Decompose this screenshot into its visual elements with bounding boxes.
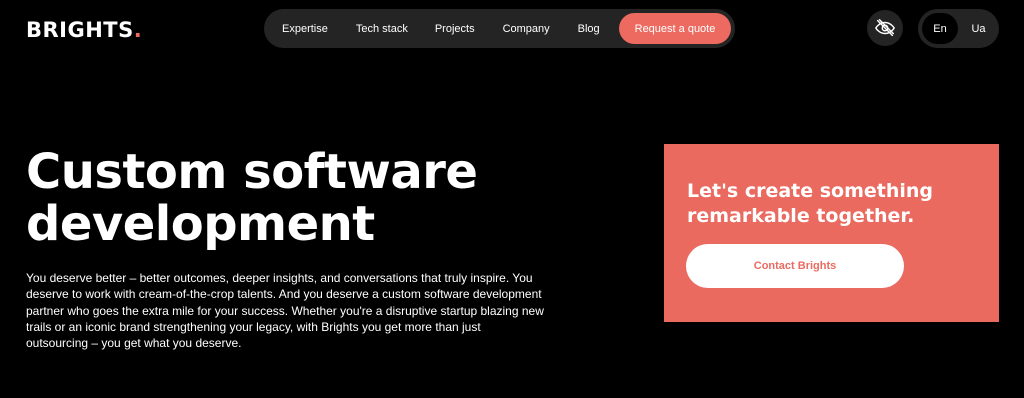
hero-title-line1: Custom software xyxy=(26,144,478,200)
nav-item-company[interactable]: Company xyxy=(503,23,550,35)
nav-item-tech-stack[interactable]: Tech stack xyxy=(356,23,408,35)
cta-heading-line1: Let's create something xyxy=(687,180,934,202)
logo-text: BRIGHTS xyxy=(26,18,134,42)
request-quote-button[interactable]: Request a quote xyxy=(619,13,731,44)
cta-heading-line2: remarkable together. xyxy=(687,205,915,227)
contact-brights-button[interactable]: Contact Brights xyxy=(686,244,904,288)
nav-item-expertise[interactable]: Expertise xyxy=(282,23,328,35)
hero-title: Custom software development xyxy=(26,146,586,250)
cta-heading: Let's create something remarkable togeth… xyxy=(687,179,987,229)
logo-dot: . xyxy=(133,18,143,42)
language-option-en[interactable]: En xyxy=(922,13,958,44)
eye-slash-icon xyxy=(875,19,895,37)
accessibility-toggle-button[interactable] xyxy=(867,10,903,46)
language-option-ua[interactable]: Ua xyxy=(962,13,995,44)
hero-title-line2: development xyxy=(26,196,375,252)
cta-card: Let's create something remarkable togeth… xyxy=(664,144,999,322)
nav-item-projects[interactable]: Projects xyxy=(435,23,475,35)
hero-description: You deserve better – better outcomes, de… xyxy=(26,271,544,351)
language-switcher: En Ua xyxy=(918,9,999,48)
main-nav: Expertise Tech stack Projects Company Bl… xyxy=(264,9,735,48)
nav-item-blog[interactable]: Blog xyxy=(578,23,600,35)
brights-logo[interactable]: BRIGHTS. xyxy=(26,18,142,42)
